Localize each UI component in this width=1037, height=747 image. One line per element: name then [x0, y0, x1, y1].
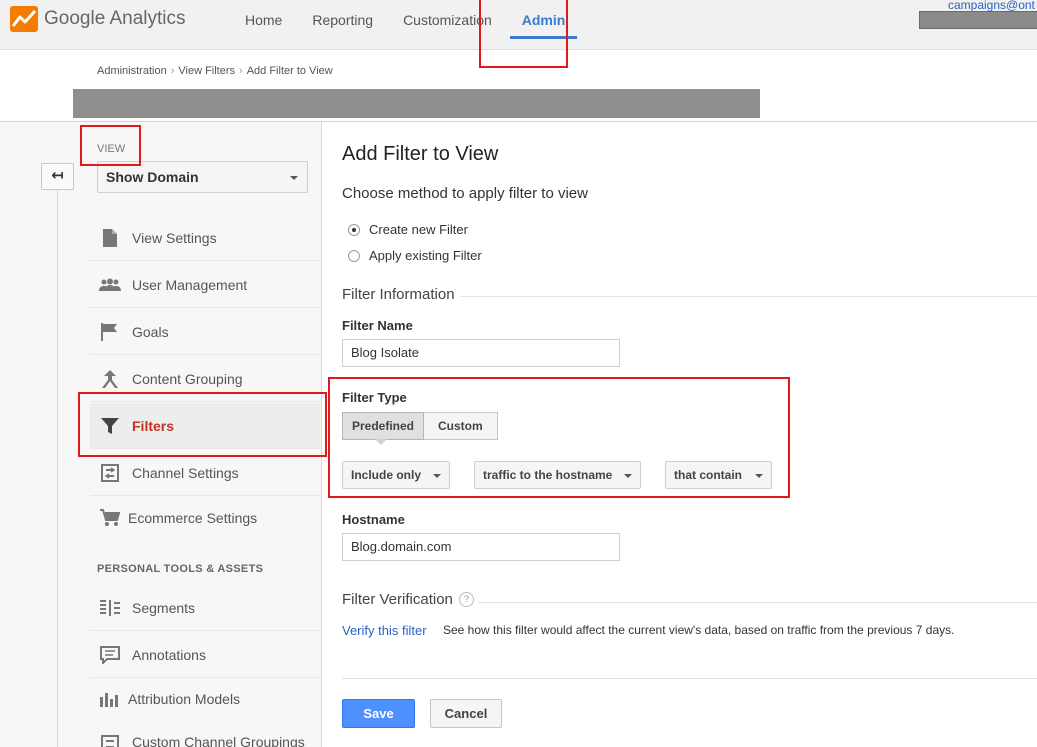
- google-analytics-logo[interactable]: Google Analytics: [10, 4, 186, 34]
- sidebar-item-goals[interactable]: Goals: [90, 309, 320, 355]
- sidebar-item-channel-settings[interactable]: Channel Settings: [90, 450, 320, 496]
- verify-filter-link[interactable]: Verify this filter: [342, 623, 427, 638]
- sidebar-item-label: Filters: [132, 417, 175, 434]
- annotations-icon: [99, 645, 121, 665]
- chevron-down-icon: [755, 474, 763, 478]
- sidebar-item-label: Segments: [132, 599, 196, 616]
- sidebar-item-label: User Management: [132, 276, 248, 293]
- sidebar-item-label: Custom Channel Groupings: [132, 734, 305, 747]
- radio-label: Apply existing Filter: [369, 248, 482, 263]
- sidebar-item-user-management[interactable]: User Management: [90, 262, 320, 308]
- section-divider: [478, 602, 1037, 603]
- include-exclude-dropdown[interactable]: Include only: [342, 461, 450, 489]
- sidebar-timeline-line: [57, 190, 58, 747]
- users-icon: [99, 275, 121, 295]
- breadcrumb-view-filters[interactable]: View Filters: [178, 65, 235, 77]
- nav-customization[interactable]: Customization: [388, 0, 507, 45]
- radio-apply-existing-filter[interactable]: Apply existing Filter: [348, 248, 482, 263]
- radio-label: Create new Filter: [369, 222, 468, 237]
- radio-button-selected[interactable]: [348, 223, 360, 236]
- sidebar-item-label: Attribution Models: [128, 691, 241, 707]
- traffic-source-dropdown[interactable]: traffic to the hostname: [474, 461, 641, 489]
- sidebar-item-attribution-models[interactable]: Attribution Models: [90, 676, 320, 722]
- breadcrumb: Administration › View Filters › Add Filter t…: [97, 65, 333, 77]
- sidebar-item-segments[interactable]: Segments: [90, 585, 320, 631]
- redacted-title-bar: [73, 89, 760, 118]
- chevron-down-icon: [433, 474, 441, 478]
- cart-icon: [99, 508, 121, 528]
- filter-name-label: Filter Name: [342, 318, 413, 333]
- cancel-button[interactable]: Cancel: [430, 699, 502, 728]
- breadcrumb-administration[interactable]: Administration: [97, 65, 167, 77]
- bar-chart-icon: [99, 689, 121, 709]
- nav-admin[interactable]: Admin: [509, 0, 578, 39]
- dropdown-value: that contain: [674, 468, 742, 482]
- toggle-pointer: [375, 439, 387, 445]
- view-selector[interactable]: Show Domain: [97, 161, 308, 193]
- save-button[interactable]: Save: [342, 699, 415, 728]
- breadcrumb-separator: ›: [170, 65, 175, 77]
- dropdown-value: traffic to the hostname: [483, 468, 613, 482]
- verify-description: See how this filter would affect the cur…: [443, 623, 955, 637]
- sidebar-item-content-grouping[interactable]: Content Grouping: [90, 356, 320, 402]
- sidebar-item-label: Goals: [132, 323, 169, 340]
- filter-verification-heading: Filter Verification?: [342, 591, 474, 608]
- predefined-button[interactable]: Predefined: [342, 412, 425, 440]
- chevron-down-icon: [624, 474, 632, 478]
- segments-icon: [99, 598, 121, 618]
- hostname-input[interactable]: Blog.domain.com: [342, 533, 620, 561]
- sidebar-item-label: Channel Settings: [132, 464, 239, 481]
- footer-divider: [342, 678, 1037, 679]
- nav-reporting[interactable]: Reporting: [297, 0, 388, 45]
- help-icon[interactable]: ?: [458, 592, 474, 607]
- top-navigation: Google Analytics Home Reporting Customiz…: [0, 0, 1037, 50]
- sidebar-item-custom-channel-groupings[interactable]: Custom Channel Groupings: [90, 722, 320, 747]
- breadcrumb-current: Add Filter to View: [246, 65, 333, 77]
- nav-home[interactable]: Home: [230, 0, 297, 45]
- sidebar-item-label: Annotations: [132, 646, 206, 663]
- view-selector-value: Show Domain: [106, 169, 199, 185]
- hostname-label: Hostname: [342, 512, 405, 527]
- breadcrumb-separator: ›: [239, 65, 243, 77]
- sidebar-item-ecommerce-settings[interactable]: Ecommerce Settings: [90, 495, 320, 541]
- match-type-dropdown[interactable]: that contain: [665, 461, 772, 489]
- section-divider: [460, 296, 1037, 297]
- dropdown-value: Include only: [351, 468, 422, 482]
- filter-verification-label: Filter Verification: [342, 591, 453, 608]
- personal-tools-heading: PERSONAL TOOLS & ASSETS: [97, 563, 264, 575]
- channel-groupings-icon: [99, 734, 121, 747]
- radio-button[interactable]: [348, 249, 360, 262]
- page-title: Add Filter to View: [342, 143, 499, 165]
- sidebar-item-label: Ecommerce Settings: [128, 510, 258, 526]
- sidebar-item-annotations[interactable]: Annotations: [90, 632, 320, 678]
- funnel-icon: [99, 416, 121, 436]
- redacted-account-box: [919, 11, 1037, 29]
- chevron-down-icon: [290, 176, 298, 180]
- flag-icon: [99, 322, 121, 342]
- radio-create-new-filter[interactable]: Create new Filter: [348, 222, 468, 237]
- filter-name-input[interactable]: Blog Isolate: [342, 339, 620, 367]
- back-button[interactable]: ↤: [41, 163, 74, 190]
- channel-settings-icon: [99, 463, 121, 483]
- back-arrow-icon: ↤: [51, 167, 64, 184]
- sidebar-item-view-settings[interactable]: View Settings: [90, 215, 320, 261]
- logo-text: Google Analytics: [44, 8, 186, 29]
- method-subtitle: Choose method to apply filter to view: [342, 185, 588, 202]
- sidebar-item-label: View Settings: [132, 229, 217, 246]
- document-icon: [99, 228, 121, 248]
- filter-information-heading: Filter Information: [342, 286, 455, 303]
- filter-type-label: Filter Type: [342, 390, 407, 405]
- sidebar-item-label: Content Grouping: [132, 370, 243, 387]
- custom-button[interactable]: Custom: [424, 412, 498, 440]
- filter-type-toggle: Predefined Custom: [342, 412, 498, 440]
- main-nav: Home Reporting Customization Admin: [230, 0, 580, 45]
- analytics-logo-icon: [10, 6, 38, 32]
- content-grouping-icon: [99, 369, 121, 389]
- view-label: VIEW: [97, 143, 126, 155]
- sidebar-item-filters[interactable]: Filters: [90, 403, 320, 449]
